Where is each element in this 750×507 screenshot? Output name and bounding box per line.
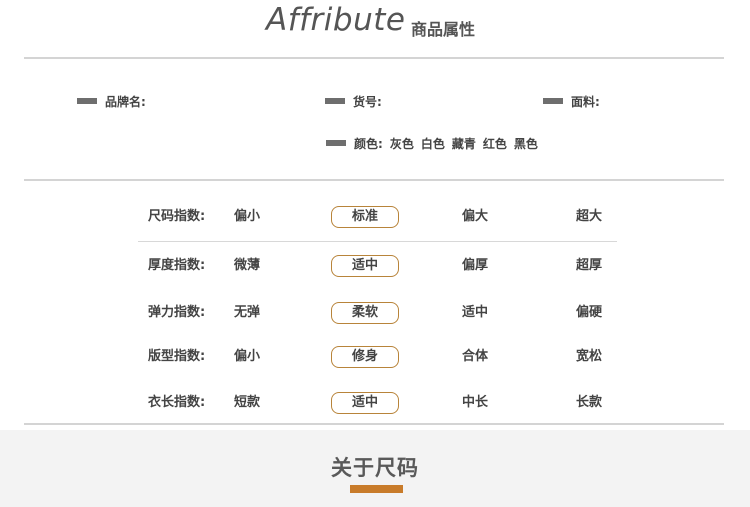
index-option: 偏硬 (576, 305, 603, 320)
color-value: 藏青 (451, 136, 476, 151)
index-option: 偏大 (462, 209, 489, 224)
fabric-label: 面料: (571, 94, 600, 109)
index-option: 微薄 (234, 258, 261, 273)
index-option-selected: 修身 (331, 346, 399, 368)
index-option: 长款 (576, 395, 603, 410)
fabric-attribute: 面料: (543, 93, 600, 109)
index-option: 宽松 (576, 349, 603, 364)
footer-title: 关于尺码 (331, 456, 419, 480)
attributes-divider (24, 179, 724, 181)
index-option: 合体 (462, 349, 489, 364)
header-divider (24, 57, 724, 59)
footer-accent-bar (350, 485, 403, 493)
color-attribute: 颜色: 灰色 白色 藏青 红色 黑色 (326, 135, 538, 151)
index-option: 短款 (234, 395, 261, 410)
size-guide-footer: 关于尺码 (0, 430, 750, 507)
index-option: 中长 (462, 395, 489, 410)
title-separator: · (393, 14, 398, 30)
index-label: 版型指数: (148, 349, 206, 364)
index-option-selected: 适中 (331, 255, 399, 277)
index-label: 弹力指数: (148, 305, 206, 320)
index-option: 偏厚 (462, 258, 489, 273)
item-no-label: 货号: (353, 94, 382, 109)
index-option: 超大 (576, 209, 603, 224)
footer-divider (24, 423, 724, 425)
index-option-selected: 适中 (331, 392, 399, 414)
brand-label: 品牌名: (105, 94, 146, 109)
index-label: 尺码指数: (148, 209, 206, 224)
bar-marker-icon (543, 98, 563, 104)
index-option: 偏小 (234, 209, 261, 224)
color-value: 灰色 (389, 136, 414, 151)
item-no-attribute: 货号: (325, 93, 382, 109)
section-header: Affribute · 商品属性 (0, 0, 750, 48)
row-divider (138, 241, 617, 242)
index-option-selected: 标准 (331, 206, 399, 228)
color-value: 黑色 (513, 136, 538, 151)
index-option: 偏小 (234, 349, 261, 364)
index-label: 衣长指数: (148, 395, 206, 410)
color-value: 红色 (482, 136, 507, 151)
bar-marker-icon (326, 140, 346, 146)
index-option: 适中 (462, 305, 489, 320)
bar-marker-icon (77, 98, 97, 104)
color-label: 颜色: (354, 136, 383, 151)
index-label: 厚度指数: (148, 258, 206, 273)
title-chinese: 商品属性 (411, 20, 476, 39)
bar-marker-icon (325, 98, 345, 104)
brand-attribute: 品牌名: (77, 93, 146, 109)
index-option: 无弹 (234, 305, 261, 320)
title-english: Affribute (266, 2, 406, 38)
color-value: 白色 (420, 136, 445, 151)
index-option-selected: 柔软 (331, 302, 399, 324)
index-option: 超厚 (576, 258, 603, 273)
